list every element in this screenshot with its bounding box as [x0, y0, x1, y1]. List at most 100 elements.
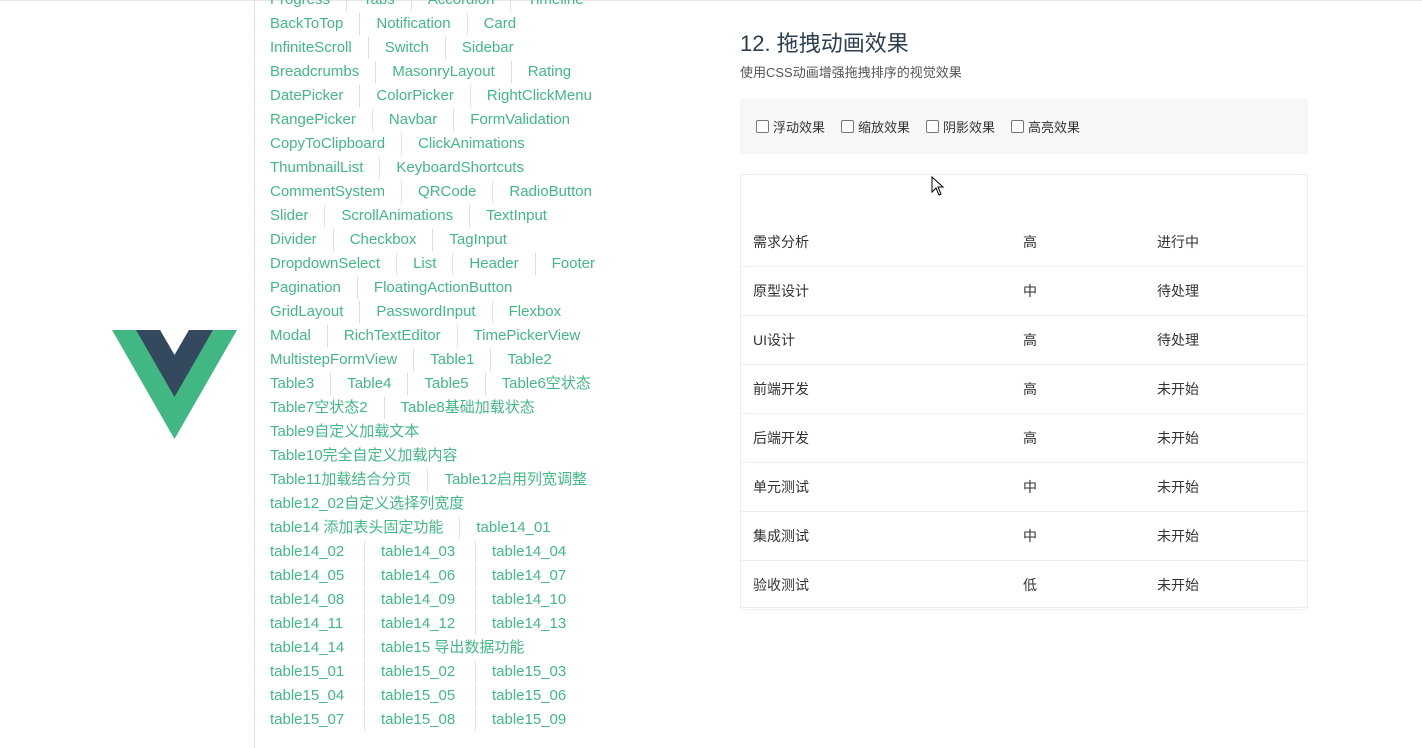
nav-link[interactable]: RightClickMenu [469, 85, 608, 107]
table-row[interactable]: 需求分析 高 进行中 [741, 217, 1307, 267]
nav-link[interactable]: table15_01 [255, 661, 364, 683]
nav-link[interactable]: Table12启用列宽调整 [427, 469, 603, 491]
nav-link[interactable]: CommentSystem [255, 181, 401, 203]
nav-link[interactable]: Table6空状态 [484, 373, 607, 395]
effect-checkbox-option[interactable]: 缩放效果 [841, 117, 910, 136]
nav-link[interactable]: Accordion [410, 0, 511, 11]
nav-link[interactable]: table14_06 [364, 565, 475, 587]
nav-link[interactable]: Table5 [407, 373, 484, 395]
nav-link[interactable]: table15_02 [364, 661, 475, 683]
nav-link[interactable]: table14_07 [475, 565, 586, 587]
nav-link[interactable]: BackToTop [255, 13, 359, 35]
nav-link[interactable]: table15_04 [255, 685, 364, 707]
nav-link[interactable]: table14_14 [255, 637, 364, 659]
nav-link[interactable]: Card [466, 13, 533, 35]
nav-link[interactable]: table14_04 [475, 541, 586, 563]
nav-link[interactable]: FloatingActionButton [356, 277, 528, 299]
nav-link[interactable]: table15_08 [364, 709, 475, 731]
nav-link[interactable]: table14_12 [364, 613, 475, 635]
nav-link[interactable]: Navbar [371, 109, 453, 131]
nav-link[interactable]: Table10完全自定义加载内容 [255, 445, 474, 467]
table-row[interactable]: 后端开发 高 未开始 [741, 413, 1307, 463]
nav-link[interactable]: table14_02 [255, 541, 364, 563]
nav-link[interactable]: table14_08 [255, 589, 364, 611]
checkbox[interactable] [1011, 119, 1025, 133]
table-row[interactable]: 验收测试 低 未开始 [741, 560, 1307, 610]
nav-link[interactable]: DropdownSelect [255, 253, 396, 275]
table-row[interactable]: 前端开发 高 未开始 [741, 364, 1307, 414]
nav-link[interactable]: ClickAnimations [401, 133, 541, 155]
table-row[interactable]: 单元测试 中 未开始 [741, 462, 1307, 512]
nav-link[interactable]: Sidebar [444, 37, 530, 59]
nav-link[interactable]: Footer [534, 253, 611, 275]
nav-link[interactable]: table15_05 [364, 685, 475, 707]
nav-link[interactable]: TagInput [432, 229, 523, 251]
nav-link[interactable]: Header [452, 253, 534, 275]
nav-link[interactable]: table14_05 [255, 565, 364, 587]
nav-link[interactable]: table15_09 [475, 709, 586, 731]
table-row[interactable]: UI设计 高 待处理 [741, 315, 1307, 365]
nav-link[interactable]: table14_11 [255, 613, 364, 635]
nav-link[interactable]: Table7空状态2 [255, 397, 384, 419]
effect-checkbox-option[interactable]: 高亮效果 [1011, 117, 1080, 136]
nav-link[interactable]: Breadcrumbs [255, 61, 375, 83]
nav-link[interactable]: ScrollAnimations [324, 205, 469, 227]
nav-link[interactable]: Table4 [330, 373, 407, 395]
nav-link[interactable]: Divider [255, 229, 333, 251]
nav-link[interactable]: FormValidation [453, 109, 586, 131]
nav-link[interactable]: Rating [510, 61, 587, 83]
checkbox[interactable] [926, 119, 940, 133]
nav-link[interactable]: table14_10 [475, 589, 586, 611]
nav-link[interactable]: Switch [367, 37, 445, 59]
nav-link[interactable]: table14_13 [475, 613, 586, 635]
nav-link[interactable]: Table8基础加载状态 [383, 397, 551, 419]
nav-link[interactable]: QRCode [401, 181, 492, 203]
nav-link[interactable]: Table1 [413, 349, 490, 371]
nav-link[interactable]: table14_03 [364, 541, 475, 563]
nav-link[interactable]: InfiniteScroll [255, 37, 368, 59]
draggable-table: 需求分析高进行中 原型设计中待处理 UI设计高待处理 前端开发高未开始 后端开发高未开始… [740, 174, 1308, 610]
nav-link[interactable]: Pagination [255, 277, 357, 299]
nav-link[interactable]: Modal [255, 325, 327, 347]
checkbox[interactable] [841, 119, 855, 133]
nav-link[interactable]: table15_07 [255, 709, 364, 731]
nav-link[interactable]: table14_01 [459, 517, 566, 539]
nav-link[interactable]: DatePicker [255, 85, 359, 107]
nav-link[interactable]: table14_09 [364, 589, 475, 611]
nav-link[interactable]: TimePickerView [456, 325, 597, 347]
nav-link[interactable]: Checkbox [332, 229, 433, 251]
nav-link[interactable]: GridLayout [255, 301, 359, 323]
nav-link[interactable]: Timeline [510, 0, 599, 11]
nav-link[interactable]: Table9自定义加载文本 [255, 421, 435, 443]
nav-link[interactable]: Slider [255, 205, 324, 227]
nav-link[interactable]: PasswordInput [359, 301, 491, 323]
nav-link[interactable]: KeyboardShortcuts [379, 157, 540, 179]
table-row[interactable]: 集成测试 中 未开始 [741, 511, 1307, 561]
nav-link[interactable]: MasonryLayout [375, 61, 511, 83]
nav-link[interactable]: RadioButton [492, 181, 608, 203]
nav-link[interactable]: Notification [359, 13, 466, 35]
nav-link[interactable]: RangePicker [255, 109, 372, 131]
nav-link[interactable]: table15_03 [475, 661, 586, 683]
nav-link[interactable]: ColorPicker [359, 85, 470, 107]
effect-checkbox-option[interactable]: 阴影效果 [926, 117, 995, 136]
nav-link[interactable]: Table3 [255, 373, 330, 395]
nav-link[interactable]: RichTextEditor [326, 325, 457, 347]
table-row[interactable]: 原型设计 中 待处理 [741, 266, 1307, 316]
nav-link[interactable]: ThumbnailList [255, 157, 379, 179]
nav-link[interactable]: table15_06 [475, 685, 586, 707]
nav-link[interactable]: Tabs [346, 0, 411, 11]
nav-link[interactable]: table14 添加表头固定功能 [255, 517, 459, 539]
nav-link[interactable]: Table2 [490, 349, 567, 371]
nav-link[interactable]: Flexbox [491, 301, 578, 323]
nav-link[interactable]: Table11加载结合分页 [255, 469, 427, 491]
nav-link[interactable]: List [396, 253, 452, 275]
nav-link[interactable]: table15 导出数据功能 [364, 637, 540, 659]
checkbox[interactable] [756, 119, 769, 133]
nav-link[interactable]: CopyToClipboard [255, 133, 401, 155]
nav-link[interactable]: table12_02自定义选择列宽度 [255, 493, 480, 515]
nav-link[interactable]: Progress [255, 0, 346, 11]
nav-link[interactable]: MultistepFormView [255, 349, 413, 371]
nav-link[interactable]: TextInput [469, 205, 563, 227]
effect-checkbox-option[interactable]: 浮动效果 [756, 117, 825, 136]
